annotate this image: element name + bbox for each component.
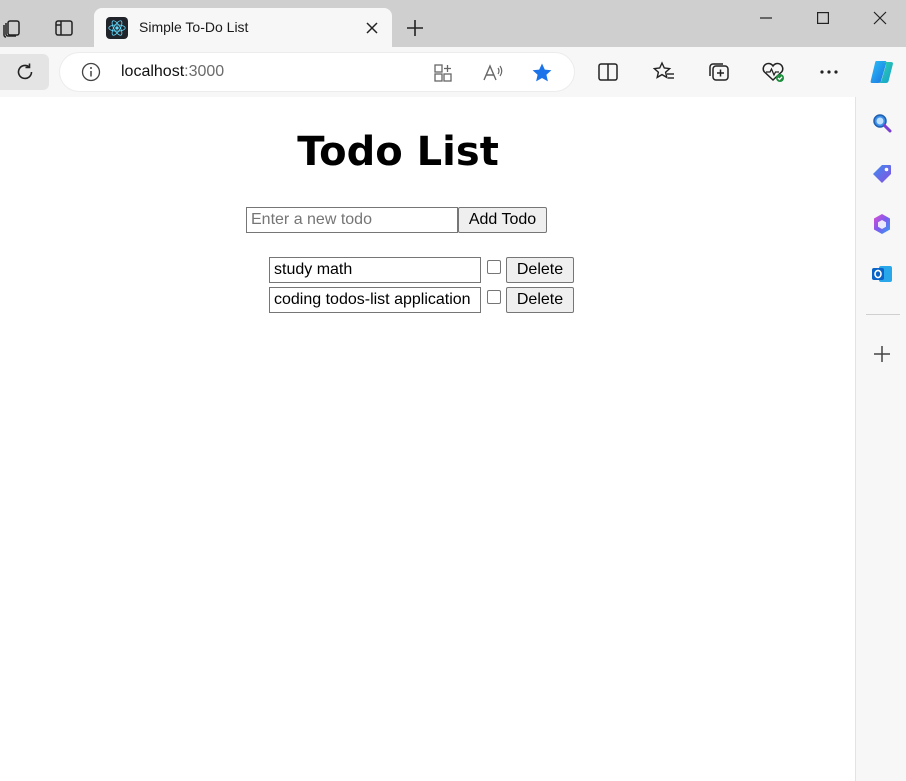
sidebar bbox=[855, 97, 906, 781]
new-todo-input[interactable] bbox=[246, 207, 458, 233]
add-sidebar-app-icon[interactable] bbox=[869, 341, 895, 367]
todo-text-field[interactable]: study math bbox=[269, 257, 481, 283]
tab-strip: Simple To-Do List bbox=[0, 0, 906, 47]
todo-text-field[interactable]: coding todos-list application bbox=[269, 287, 481, 313]
add-todo-button[interactable]: Add Todo bbox=[458, 207, 547, 233]
react-logo-icon bbox=[106, 17, 128, 39]
search-icon[interactable] bbox=[869, 110, 895, 136]
new-tab-icon[interactable] bbox=[400, 13, 430, 43]
microsoft-365-icon[interactable] bbox=[869, 211, 895, 237]
close-tab-icon[interactable] bbox=[362, 18, 382, 38]
favorites-icon[interactable] bbox=[651, 59, 677, 85]
page-title: Todo List bbox=[297, 129, 499, 175]
minimize-icon[interactable] bbox=[737, 0, 795, 36]
app-available-icon[interactable] bbox=[432, 62, 454, 84]
delete-todo-button[interactable]: Delete bbox=[506, 287, 574, 313]
vertical-tabs-icon[interactable] bbox=[46, 10, 82, 46]
address-port: :3000 bbox=[184, 63, 225, 80]
tab-title: Simple To-Do List bbox=[139, 19, 249, 35]
browser-toolbar: localhost:3000 bbox=[0, 47, 906, 97]
read-aloud-icon[interactable] bbox=[482, 62, 504, 84]
sidebar-divider bbox=[866, 314, 900, 315]
collections-icon[interactable] bbox=[706, 59, 732, 85]
delete-todo-button[interactable]: Delete bbox=[506, 257, 574, 283]
workspaces-icon[interactable] bbox=[0, 10, 30, 46]
refresh-icon[interactable] bbox=[0, 54, 49, 90]
favorite-star-icon[interactable] bbox=[531, 62, 553, 84]
page-content: Todo List Add Todo study math Delete cod… bbox=[0, 97, 855, 781]
shopping-tag-icon[interactable] bbox=[869, 161, 895, 187]
todo-complete-checkbox[interactable] bbox=[487, 290, 501, 304]
split-screen-icon[interactable] bbox=[595, 59, 621, 85]
address-bar[interactable]: localhost:3000 bbox=[60, 53, 574, 91]
address-host: localhost bbox=[121, 63, 185, 80]
address-url[interactable]: localhost:3000 bbox=[121, 63, 224, 81]
copilot-icon[interactable] bbox=[867, 57, 897, 87]
outlook-icon[interactable] bbox=[869, 261, 895, 287]
browser-essentials-icon[interactable] bbox=[760, 59, 786, 85]
tab-active[interactable]: Simple To-Do List bbox=[94, 8, 392, 47]
site-info-icon[interactable] bbox=[81, 62, 101, 82]
more-options-icon[interactable] bbox=[816, 59, 842, 85]
close-window-icon[interactable] bbox=[851, 0, 906, 36]
todo-complete-checkbox[interactable] bbox=[487, 260, 501, 274]
maximize-icon[interactable] bbox=[794, 0, 852, 36]
